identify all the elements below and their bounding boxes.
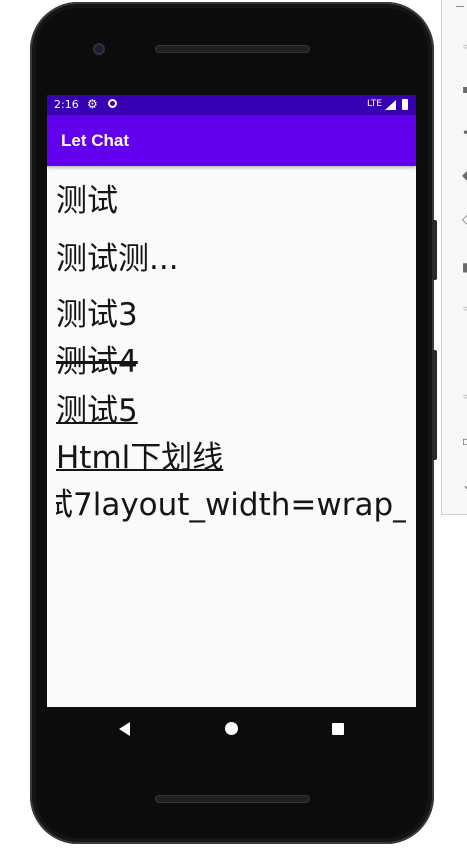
text-view-html-underline: Html下划线 — [56, 440, 224, 476]
home-icon[interactable] — [225, 722, 238, 735]
status-time: 2:16 — [54, 98, 79, 111]
minimize-icon[interactable] — [456, 6, 464, 7]
volume-down-icon[interactable]: • — [462, 127, 467, 139]
network-type: LTE — [367, 99, 382, 109]
gear-icon: ⚙ — [87, 97, 98, 111]
text-view-ellipsized: 测试测... — [56, 241, 179, 277]
screenshot-icon[interactable]: ■ — [462, 261, 467, 273]
marquee-text: 试7layout_width=wrap_ — [56, 487, 406, 523]
zoom-icon[interactable]: ◦ — [462, 303, 467, 315]
earpiece-speaker — [155, 45, 310, 53]
rotate-right-icon[interactable]: ◇ — [462, 213, 467, 225]
recents-icon[interactable] — [332, 723, 344, 735]
power-icon[interactable]: ◦ — [462, 41, 467, 53]
text-view-1: 测试 — [56, 183, 118, 219]
app-bar: Let Chat — [47, 115, 416, 166]
rotate-left-icon[interactable]: ◆ — [462, 169, 467, 181]
battery-icon — [402, 99, 408, 110]
signal-icon — [385, 100, 396, 110]
text-view-strikethrough: 测试4 — [56, 344, 138, 380]
status-bar: 2:16 ⚙ LTE — [47, 95, 416, 115]
marquee-text-view: 试7layout_width=wrap_ — [56, 484, 406, 526]
emulator-toolbar: ◦ ▪ • ◆ ◇ ■ ◦ ◦ ▫ ⌄ — [441, 0, 467, 515]
more-icon[interactable]: ⌄ — [462, 479, 467, 491]
overview-tool-icon[interactable]: ▫ — [462, 435, 467, 447]
data-saver-icon — [108, 99, 117, 108]
volume-rocker[interactable] — [432, 350, 437, 460]
volume-up-icon[interactable]: ▪ — [462, 83, 467, 95]
power-button[interactable] — [432, 220, 437, 280]
back-icon[interactable] — [119, 722, 130, 736]
app-title: Let Chat — [61, 131, 129, 150]
back-tool-icon[interactable]: ◦ — [462, 391, 467, 403]
front-camera — [93, 43, 105, 55]
app-screen: 2:16 ⚙ LTE Let Chat 测试 测试测... 测试3 测试4 测试… — [47, 95, 416, 707]
bottom-speaker — [155, 795, 310, 803]
text-view-underline: 测试5 — [56, 393, 138, 429]
text-view-3: 测试3 — [56, 297, 138, 333]
